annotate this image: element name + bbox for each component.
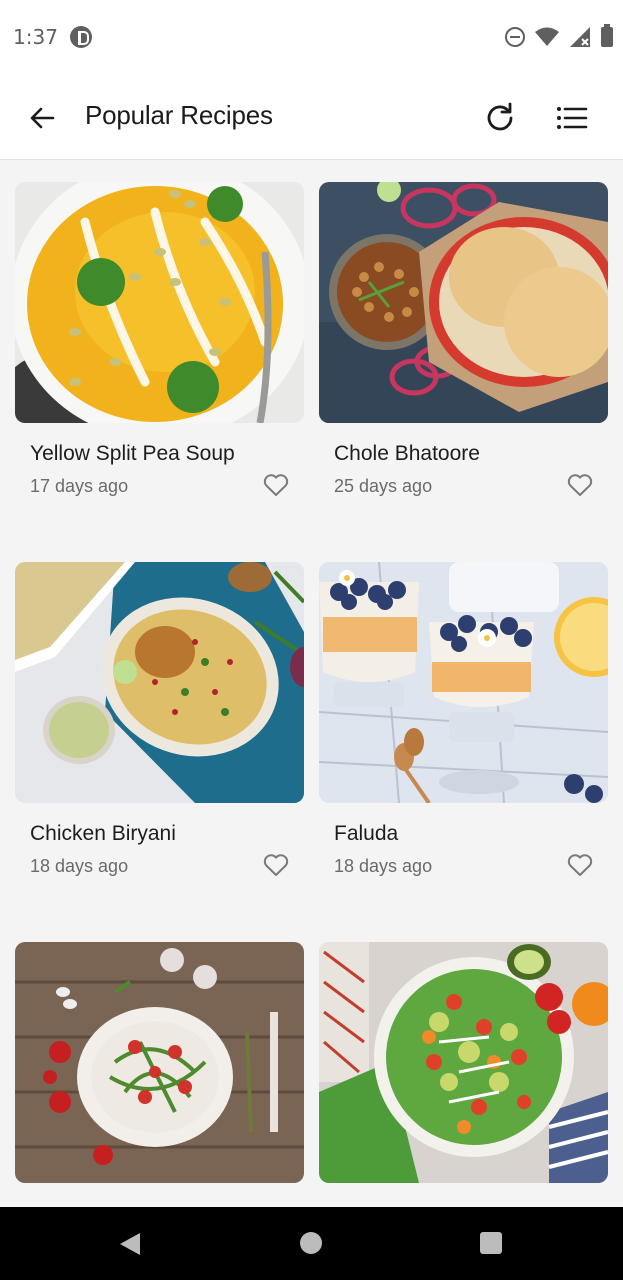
recipe-image[interactable] xyxy=(15,182,304,423)
app-bar: Popular Recipes xyxy=(0,76,623,160)
battery-icon xyxy=(601,24,613,47)
recipe-image[interactable] xyxy=(319,562,608,803)
favorite-button[interactable] xyxy=(262,472,290,498)
system-nav-bar xyxy=(0,1207,623,1280)
recipe-date: 25 days ago xyxy=(334,476,433,496)
signal-icon xyxy=(570,27,590,47)
heart-outline-icon xyxy=(263,474,289,496)
recipe-title: Faluda xyxy=(334,822,399,845)
list-view-button[interactable] xyxy=(550,96,594,140)
nav-home-icon[interactable] xyxy=(300,1232,322,1254)
heart-outline-icon xyxy=(567,854,593,876)
heart-outline-icon xyxy=(567,474,593,496)
recipe-grid: Yellow Split Pea Soup 17 days ago Chole … xyxy=(15,182,609,1280)
favorite-button[interactable] xyxy=(566,852,594,878)
refresh-icon xyxy=(487,102,513,131)
recipe-image[interactable] xyxy=(15,942,304,1183)
nav-back-icon[interactable] xyxy=(118,1231,142,1257)
recipe-card[interactable]: Faluda 18 days ago xyxy=(319,562,608,942)
page-title: Popular Recipes xyxy=(85,100,273,130)
favorite-button[interactable] xyxy=(262,852,290,878)
favorite-button[interactable] xyxy=(566,472,594,498)
status-bar: 1:37 xyxy=(0,0,623,76)
recipe-date: 18 days ago xyxy=(30,856,129,876)
nav-recents-icon[interactable] xyxy=(480,1232,502,1254)
list-icon xyxy=(557,107,588,129)
recipe-title: Chicken Biryani xyxy=(30,822,176,845)
status-icons xyxy=(505,24,613,50)
recipe-title: Yellow Split Pea Soup xyxy=(30,442,235,465)
recipe-date: 17 days ago xyxy=(30,476,129,496)
wifi-icon xyxy=(535,27,559,46)
heart-outline-icon xyxy=(263,854,289,876)
recipe-card[interactable]: Yellow Split Pea Soup 17 days ago xyxy=(15,182,304,562)
recipe-image[interactable] xyxy=(319,942,608,1183)
recipe-card[interactable]: Chicken Biryani 18 days ago xyxy=(15,562,304,942)
back-button[interactable] xyxy=(22,98,62,138)
recipe-card[interactable]: Chole Bhatoore 25 days ago xyxy=(319,182,608,562)
recipe-title: Chole Bhatoore xyxy=(334,442,480,465)
status-time: 1:37 xyxy=(13,25,58,49)
recipe-date: 18 days ago xyxy=(334,856,433,876)
recipe-image[interactable] xyxy=(15,562,304,803)
back-arrow-icon xyxy=(30,107,55,129)
recipe-image[interactable] xyxy=(319,182,608,423)
refresh-button[interactable] xyxy=(478,96,522,140)
app-notification-icon xyxy=(70,26,92,48)
do-not-disturb-icon xyxy=(505,27,525,47)
